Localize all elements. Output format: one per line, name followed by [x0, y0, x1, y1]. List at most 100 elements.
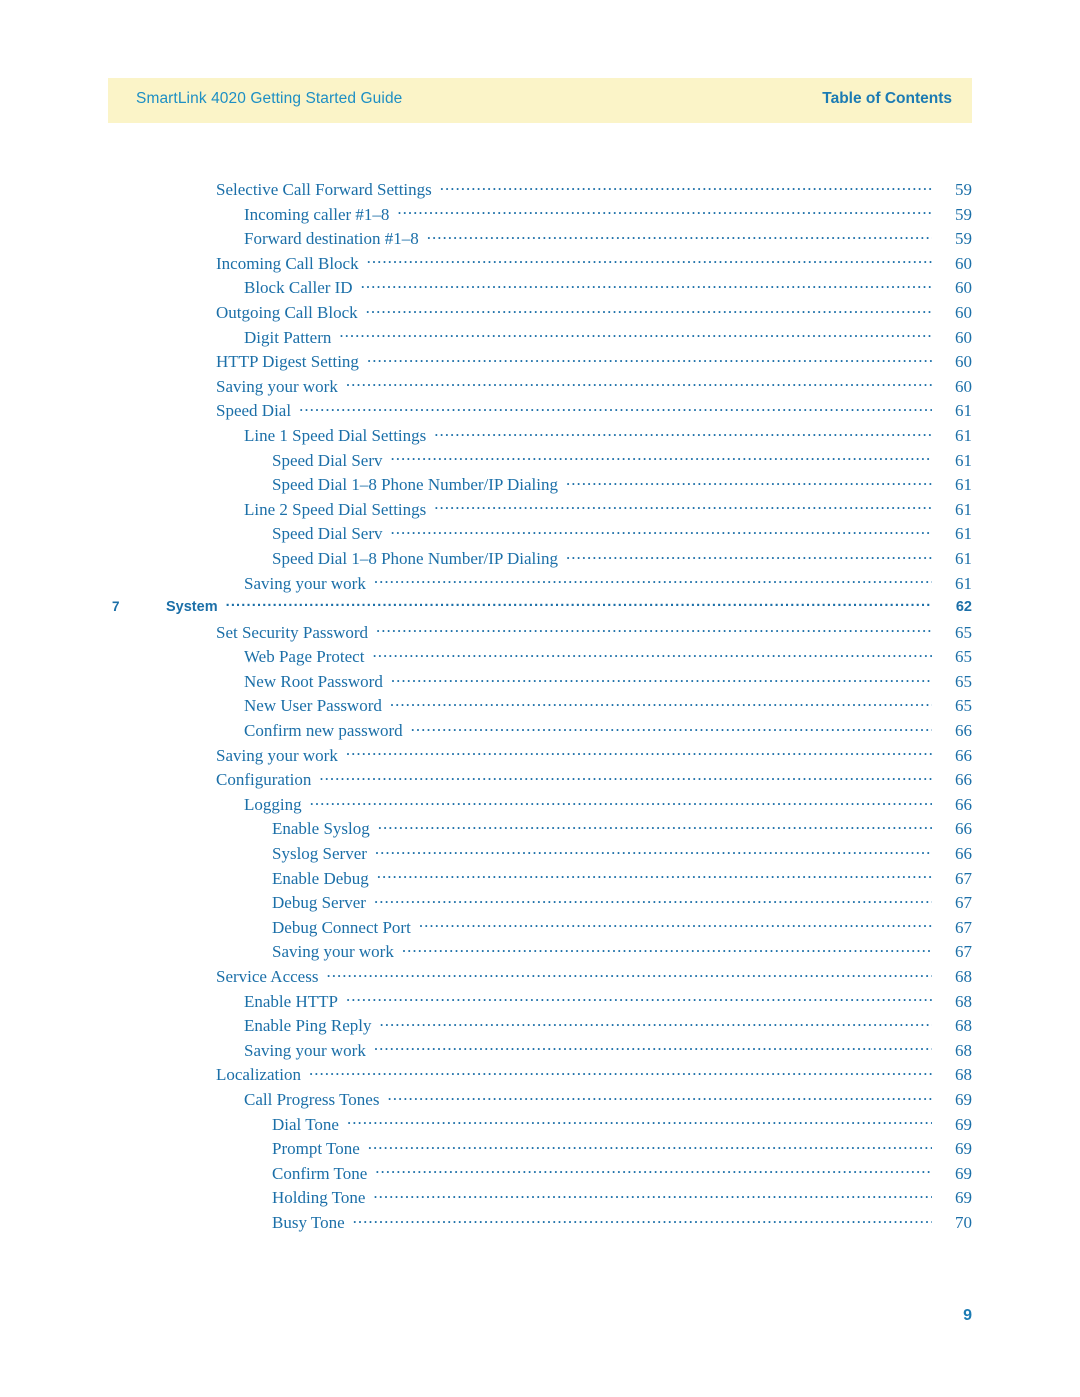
toc-page-number: 69: [955, 1089, 972, 1109]
toc-entry-row[interactable]: Enable HTTP 68: [108, 990, 972, 1015]
toc-entry-row[interactable]: Call Progress Tones 69: [108, 1088, 972, 1113]
toc-leader-dots: [391, 670, 932, 687]
toc-entry-label: Confirm new password: [244, 721, 403, 741]
toc-entry-label: Enable Debug: [272, 868, 369, 888]
toc-page-number: 61: [955, 401, 972, 421]
toc-chapter-row[interactable]: 7 System 62: [108, 596, 972, 621]
toc-leader-dots: [319, 768, 932, 785]
toc-entry-label: HTTP Digest Setting: [216, 352, 359, 372]
toc-page-number: 60: [955, 253, 972, 273]
toc-entry-row[interactable]: Logging 66: [108, 793, 972, 818]
toc-entry-row[interactable]: Set Security Password 65: [108, 621, 972, 646]
toc-page-number: 65: [955, 647, 972, 667]
toc-leader-dots: [566, 547, 932, 564]
toc-leader-dots: [368, 1137, 932, 1154]
toc-entry-row[interactable]: Line 1 Speed Dial Settings 61: [108, 424, 972, 449]
toc-entry-row[interactable]: Speed Dial Serv 61: [108, 449, 972, 474]
toc-entry-row[interactable]: Speed Dial Serv 61: [108, 522, 972, 547]
toc-entry-row[interactable]: Speed Dial 61: [108, 399, 972, 424]
toc-entry-label: Saving your work: [216, 376, 338, 396]
toc-page-number: 69: [955, 1114, 972, 1134]
toc-entry-label: Syslog Server: [272, 844, 367, 864]
toc-entry-row[interactable]: Prompt Tone 69: [108, 1137, 972, 1162]
toc-entry-row[interactable]: Saving your work 60: [108, 375, 972, 400]
toc-entry-row[interactable]: Saving your work 67: [108, 940, 972, 965]
toc-entry-label: Configuration: [216, 770, 312, 790]
document-title: SmartLink 4020 Getting Started Guide: [136, 90, 403, 107]
toc-entry-row[interactable]: Localization 68: [108, 1063, 972, 1088]
toc-page-number: 61: [955, 475, 972, 495]
toc-page-number: 66: [955, 844, 972, 864]
toc-entry-row[interactable]: Web Page Protect 65: [108, 645, 972, 670]
toc-entry-row[interactable]: Saving your work 61: [108, 572, 972, 597]
toc-entry-label: Incoming caller #1–8: [244, 204, 390, 224]
toc-entry-row[interactable]: Block Caller ID 60: [108, 276, 972, 301]
toc-entry-label: Speed Dial Serv: [272, 450, 383, 470]
toc-entry-row[interactable]: Enable Debug 67: [108, 867, 972, 892]
toc-entry-row[interactable]: Configuration 66: [108, 768, 972, 793]
toc-entry-row[interactable]: Dial Tone 69: [108, 1113, 972, 1138]
toc-entry-label: Digit Pattern: [244, 327, 332, 347]
toc-leader-dots: [374, 572, 932, 589]
toc-page-number: 66: [955, 745, 972, 765]
toc-entry-row[interactable]: Confirm Tone 69: [108, 1162, 972, 1187]
toc-entry-row[interactable]: Saving your work 66: [108, 744, 972, 769]
toc-page-number: 66: [955, 819, 972, 839]
toc-entry-row[interactable]: Selective Call Forward Settings 59: [108, 178, 972, 203]
toc-entry-row[interactable]: Speed Dial 1–8 Phone Number/IP Dialing 61: [108, 473, 972, 498]
toc-entry-row[interactable]: Saving your work 68: [108, 1039, 972, 1064]
toc-entry-row[interactable]: Incoming Call Block 60: [108, 252, 972, 277]
toc-page-number: 67: [955, 942, 972, 962]
toc-entry-row[interactable]: Confirm new password 66: [108, 719, 972, 744]
toc-entry-label: Web Page Protect: [244, 647, 365, 667]
toc-entry-label: Forward destination #1–8: [244, 229, 419, 249]
toc-page-number: 61: [955, 450, 972, 470]
toc-entry-row[interactable]: Digit Pattern 60: [108, 326, 972, 351]
toc-entry-row[interactable]: Outgoing Call Block 60: [108, 301, 972, 326]
toc-leader-dots: [375, 1162, 932, 1179]
toc-leader-dots: [367, 252, 932, 269]
table-of-contents: Selective Call Forward Settings59Incomin…: [108, 178, 972, 1236]
toc-page-number: 65: [955, 622, 972, 642]
toc-entry-row[interactable]: HTTP Digest Setting 60: [108, 350, 972, 375]
toc-entry-label: Speed Dial Serv: [272, 524, 383, 544]
toc-leader-dots: [427, 227, 932, 244]
toc-leader-dots: [440, 178, 932, 195]
toc-page-number: 66: [955, 770, 972, 790]
toc-entry-row[interactable]: Syslog Server 66: [108, 842, 972, 867]
toc-entry-label: Line 2 Speed Dial Settings: [244, 499, 427, 519]
toc-entry-label: Saving your work: [216, 745, 338, 765]
toc-page-number: 59: [955, 204, 972, 224]
toc-leader-dots: [299, 399, 932, 416]
toc-entry-label: New Root Password: [244, 671, 383, 691]
toc-entry-label: Prompt Tone: [272, 1139, 360, 1159]
toc-entry-label: Call Progress Tones: [244, 1089, 380, 1109]
toc-entry-row[interactable]: Speed Dial 1–8 Phone Number/IP Dialing 61: [108, 547, 972, 572]
toc-leader-dots: [361, 276, 932, 293]
toc-entry-row[interactable]: New User Password 65: [108, 694, 972, 719]
toc-entry-row[interactable]: Debug Connect Port 67: [108, 916, 972, 941]
toc-entry-row[interactable]: Forward destination #1–8 59: [108, 227, 972, 252]
toc-entry-label: Speed Dial 1–8 Phone Number/IP Dialing: [272, 475, 558, 495]
toc-entry-row[interactable]: Service Access 68: [108, 965, 972, 990]
toc-entry-row[interactable]: Busy Tone 70: [108, 1211, 972, 1236]
toc-leader-dots: [226, 596, 932, 611]
toc-leader-dots: [374, 1039, 932, 1056]
toc-entry-label: Set Security Password: [216, 622, 369, 642]
toc-entry-label: Enable Syslog: [272, 819, 370, 839]
toc-page-number: 60: [955, 327, 972, 347]
toc-leader-dots: [347, 1113, 932, 1130]
toc-leader-dots: [434, 424, 932, 441]
toc-entry-row[interactable]: Enable Syslog 66: [108, 817, 972, 842]
toc-entry-row[interactable]: New Root Password 65: [108, 670, 972, 695]
toc-entry-row[interactable]: Holding Tone 69: [108, 1186, 972, 1211]
toc-entry-label: Enable HTTP: [244, 991, 338, 1011]
toc-leader-dots: [309, 1063, 932, 1080]
toc-entry-row[interactable]: Debug Server 67: [108, 891, 972, 916]
toc-entry-row[interactable]: Incoming caller #1–8 59: [108, 203, 972, 228]
toc-page-number: 67: [955, 868, 972, 888]
toc-entry-row[interactable]: Enable Ping Reply 68: [108, 1014, 972, 1039]
toc-entry-row[interactable]: Line 2 Speed Dial Settings 61: [108, 498, 972, 523]
toc-entry-label: Speed Dial: [216, 401, 292, 421]
toc-leader-dots: [367, 350, 932, 367]
